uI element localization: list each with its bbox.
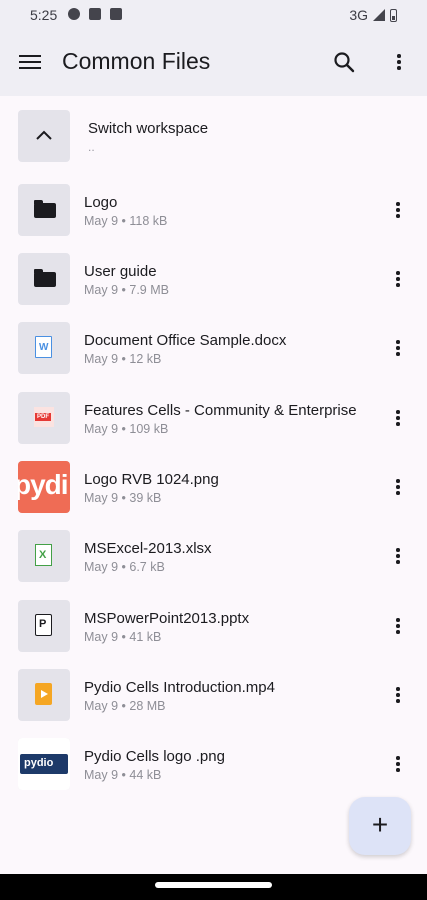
file-name: Features Cells - Community & Enterprise <box>84 402 357 419</box>
file-tile <box>18 669 70 721</box>
file-meta: May 9 • 118 kB <box>84 214 168 228</box>
app-bar: Common Files <box>0 30 427 96</box>
hamburger-icon-line <box>19 61 41 63</box>
powerpoint-file-icon: P <box>35 614 52 636</box>
status-bar: 5:25 3G <box>0 0 427 30</box>
folder-icon <box>34 269 56 287</box>
notification-icons <box>68 8 122 20</box>
signal-icon <box>373 9 385 21</box>
hamburger-icon-line <box>19 55 41 57</box>
more-options-icon[interactable] <box>385 683 409 707</box>
more-options-icon[interactable] <box>385 475 409 499</box>
file-row[interactable]: Logo May 9 • 118 kB <box>0 184 427 253</box>
file-name: Document Office Sample.docx <box>84 332 287 349</box>
sd-card-icon <box>110 8 122 20</box>
file-meta: May 9 • 39 kB <box>84 491 162 505</box>
more-options-icon[interactable] <box>385 406 409 430</box>
network-type: 3G <box>349 7 368 23</box>
file-name: Pydio Cells Introduction.mp4 <box>84 679 275 696</box>
file-tile: PDF <box>18 392 70 444</box>
more-options-icon[interactable] <box>385 614 409 638</box>
word-file-icon: W <box>35 336 52 358</box>
file-tile: pydi <box>18 461 70 513</box>
file-name: Pydio Cells logo .png <box>84 748 225 765</box>
add-button[interactable]: + <box>349 797 411 855</box>
file-tile: W <box>18 322 70 374</box>
status-right: 3G <box>349 7 397 23</box>
file-name: MSPowerPoint2013.pptx <box>84 610 250 627</box>
hamburger-icon-line <box>19 67 41 69</box>
file-meta: May 9 • 109 kB <box>84 422 169 436</box>
home-gesture-handle[interactable] <box>155 882 272 888</box>
file-tile: pydio <box>18 738 70 790</box>
settings-notification-icon <box>89 8 101 20</box>
file-name: Logo <box>84 194 118 211</box>
file-meta: May 9 • 12 kB <box>84 352 162 366</box>
more-options-icon[interactable] <box>386 50 410 74</box>
video-file-icon <box>35 683 52 705</box>
file-tile <box>18 253 70 305</box>
excel-file-icon: X <box>35 544 52 566</box>
file-tile: X <box>18 530 70 582</box>
plus-icon: + <box>371 809 389 840</box>
file-meta: May 9 • 41 kB <box>84 630 162 644</box>
file-meta: May 9 • 28 MB <box>84 699 166 713</box>
switch-workspace-label: Switch workspace <box>88 120 209 137</box>
navigation-bar <box>0 874 427 900</box>
battery-icon <box>390 8 397 22</box>
file-tile <box>18 184 70 236</box>
file-row[interactable]: PDF Features Cells - Community & Enterpr… <box>0 392 427 461</box>
file-row[interactable]: User guide May 9 • 7.9 MB <box>0 253 427 322</box>
image-thumbnail: pydio <box>18 738 70 790</box>
file-row[interactable]: P MSPowerPoint2013.pptx May 9 • 41 kB <box>0 600 427 669</box>
more-options-icon[interactable] <box>385 198 409 222</box>
file-name: Logo RVB 1024.png <box>84 471 219 488</box>
switch-workspace-row[interactable]: Switch workspace .. <box>0 100 427 170</box>
notification-dot-icon <box>68 8 80 20</box>
file-meta: May 9 • 6.7 kB <box>84 560 165 574</box>
file-row[interactable]: pydi Logo RVB 1024.png May 9 • 39 kB <box>0 461 427 530</box>
file-row[interactable]: Pydio Cells Introduction.mp4 May 9 • 28 … <box>0 669 427 738</box>
more-options-icon[interactable] <box>385 267 409 291</box>
search-icon[interactable] <box>332 50 356 74</box>
file-meta: May 9 • 7.9 MB <box>84 283 169 297</box>
more-options-icon[interactable] <box>385 336 409 360</box>
file-meta: May 9 • 44 kB <box>84 768 162 782</box>
file-row[interactable]: X MSExcel-2013.xlsx May 9 • 6.7 kB <box>0 530 427 599</box>
more-options-icon[interactable] <box>385 544 409 568</box>
file-row[interactable]: W Document Office Sample.docx May 9 • 12… <box>0 322 427 391</box>
file-name: MSExcel-2013.xlsx <box>84 540 212 557</box>
switch-workspace-sub: .. <box>88 140 95 154</box>
file-name: User guide <box>84 263 157 280</box>
status-time: 5:25 <box>30 7 58 23</box>
more-options-icon[interactable] <box>385 752 409 776</box>
folder-icon <box>34 200 56 218</box>
image-thumbnail: pydi <box>18 461 70 513</box>
page-title: Common Files <box>62 48 211 74</box>
switch-workspace-tile <box>18 110 70 162</box>
chevron-up-icon <box>36 130 52 140</box>
menu-button[interactable] <box>18 52 42 74</box>
pdf-file-icon: PDF <box>34 407 54 427</box>
file-tile: P <box>18 600 70 652</box>
